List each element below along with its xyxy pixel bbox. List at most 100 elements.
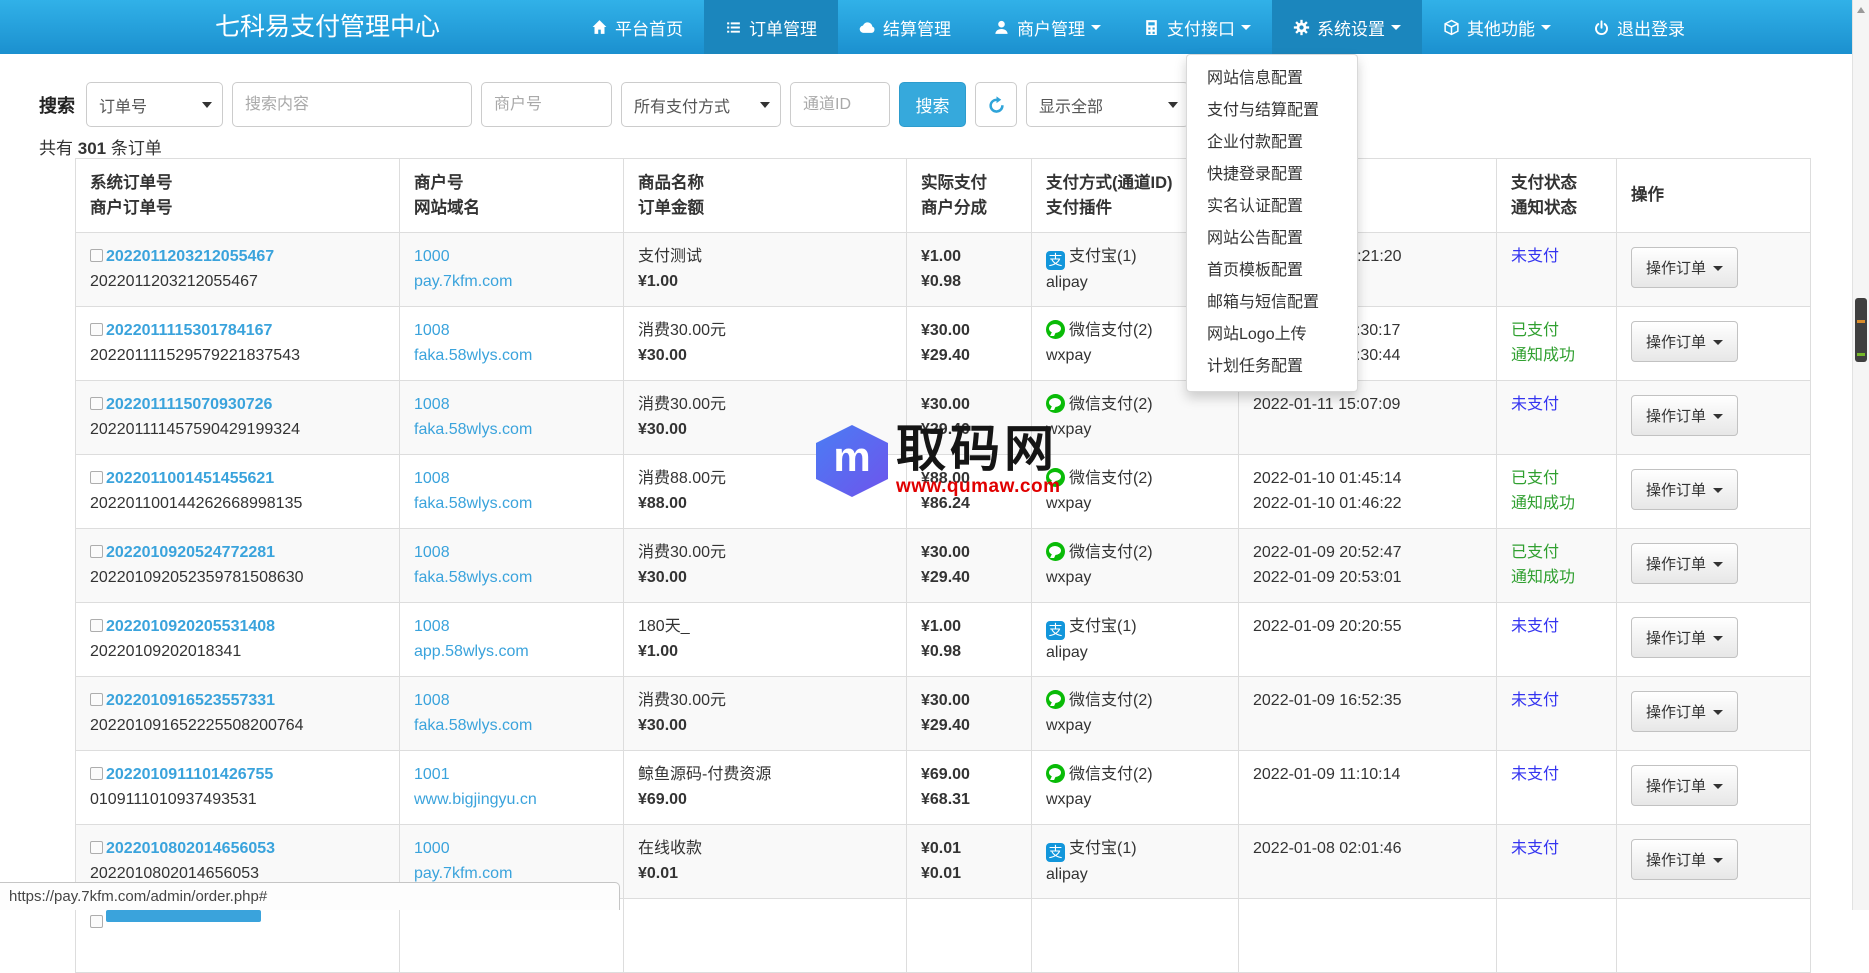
search-keyword-input[interactable] (232, 82, 472, 127)
payment-plugin: wxpay (1046, 713, 1224, 738)
order-actions-button[interactable]: 操作订单 (1631, 765, 1738, 806)
row-checkbox[interactable] (90, 693, 103, 706)
payment-icon (1046, 394, 1065, 413)
merchant-domain-link[interactable]: faka.58wlys.com (414, 347, 532, 364)
system-order-link[interactable]: 2022010802014656053 (106, 840, 275, 857)
paid-amount: ¥30.00 (921, 318, 1017, 343)
order-actions-label: 操作订单 (1646, 482, 1706, 499)
merchant-domain-link[interactable]: pay.7kfm.com (414, 865, 512, 882)
order-actions-button[interactable]: 操作订单 (1631, 691, 1738, 732)
merchant-domain-link[interactable]: app.58wlys.com (414, 643, 529, 660)
merchant-domain-link[interactable]: pay.7kfm.com (414, 273, 512, 290)
payment-plugin: wxpay (1046, 787, 1224, 812)
nav-label: 其他功能 (1467, 15, 1535, 40)
order-actions-button[interactable]: 操作订单 (1631, 469, 1738, 510)
system-order-link[interactable]: 2022011115070930726 (106, 396, 272, 413)
scrollbar-thumb[interactable] (1855, 298, 1867, 362)
cell-merchant: 1008 faka.58wlys.com (400, 307, 624, 381)
merchant-id-link[interactable]: 1008 (414, 692, 450, 709)
row-checkbox[interactable] (90, 249, 103, 262)
settings-menu-item-1[interactable]: 网站信息配置 (1187, 63, 1357, 95)
merchant-id-link[interactable]: 1008 (414, 322, 450, 339)
order-actions-button[interactable]: 操作订单 (1631, 247, 1738, 288)
nav-item-merchant-management[interactable]: 商户管理 (972, 0, 1122, 54)
merchant-domain-link[interactable]: faka.58wlys.com (414, 421, 532, 438)
search-button[interactable]: 搜索 (899, 82, 966, 127)
display-filter-select[interactable]: 显示全部 (1026, 82, 1189, 127)
paid-amount: ¥30.00 (921, 392, 1017, 417)
merchant-domain-link[interactable]: faka.58wlys.com (414, 569, 532, 586)
order-actions-label: 操作订单 (1646, 334, 1706, 351)
refresh-button[interactable] (975, 82, 1017, 127)
home-icon (591, 19, 608, 36)
table-row: 2022010911101426755 0109111010937493531 … (76, 751, 1811, 825)
merchant-id-link[interactable]: 1001 (414, 766, 450, 783)
product-name: 鲸鱼源码-付费资源 (638, 762, 892, 787)
system-order-link[interactable]: 2022010920205531408 (106, 618, 275, 635)
row-checkbox[interactable] (90, 545, 103, 558)
order-actions-button[interactable]: 操作订单 (1631, 617, 1738, 658)
column-header: 商户号网站域名 (400, 159, 624, 233)
nav-item-platform-home[interactable]: 平台首页 (570, 0, 704, 54)
system-order-link[interactable]: 2022010920524772281 (106, 544, 275, 561)
row-checkbox[interactable] (90, 841, 103, 854)
nav-item-order-management[interactable]: 订单管理 (704, 0, 838, 54)
scroll-up-arrow-icon[interactable] (1857, 7, 1865, 13)
merchant-id-link[interactable]: 1000 (414, 248, 450, 265)
settings-menu-item-4[interactable]: 快捷登录配置 (1187, 159, 1357, 191)
nav-item-system-settings[interactable]: 系统设置 (1272, 0, 1422, 54)
order-actions-button[interactable]: 操作订单 (1631, 543, 1738, 584)
pay-time: 2022-01-10 01:46:22 (1253, 491, 1482, 516)
settings-menu-item-2[interactable]: 支付与结算配置 (1187, 95, 1357, 127)
merchant-id-link[interactable]: 1008 (414, 544, 450, 561)
order-actions-button[interactable]: 操作订单 (1631, 321, 1738, 362)
merchant-id-input[interactable] (481, 82, 612, 127)
merchant-share-amount: ¥29.40 (921, 713, 1017, 738)
cell-order-numbers: 2022011001451455621 20220110014426266899… (76, 455, 400, 529)
merchant-domain-link[interactable]: www.bigjingyu.cn (414, 791, 537, 808)
row-checkbox[interactable] (90, 767, 103, 780)
merchant-domain-link[interactable]: faka.58wlys.com (414, 717, 532, 734)
pay-status: 未支付 (1511, 392, 1602, 417)
merchant-domain-link[interactable]: faka.58wlys.com (414, 495, 532, 512)
merchant-id-link[interactable]: 1008 (414, 470, 450, 487)
clipped-order-link[interactable] (106, 910, 261, 922)
system-order-link[interactable]: 2022010911101426755 (106, 766, 273, 783)
header-row: 系统订单号商户订单号商户号网站域名商品名称订单金额实际支付商户分成支付方式(通道… (76, 159, 1811, 233)
row-checkbox[interactable] (90, 397, 103, 410)
settings-menu-item-10[interactable]: 计划任务配置 (1187, 351, 1357, 383)
settings-menu-item-9[interactable]: 网站Logo上传 (1187, 319, 1357, 351)
merchant-id-link[interactable]: 1000 (414, 840, 450, 857)
order-actions-button[interactable]: 操作订单 (1631, 395, 1738, 436)
system-order-link[interactable]: 2022010916523557331 (106, 692, 275, 709)
nav-item-other-functions[interactable]: 其他功能 (1422, 0, 1572, 54)
row-checkbox[interactable] (90, 471, 103, 484)
order-type-select[interactable]: 订单号 (86, 82, 223, 127)
settings-menu-item-8[interactable]: 邮箱与短信配置 (1187, 287, 1357, 319)
merchant-id-link[interactable]: 1008 (414, 618, 450, 635)
system-order-link[interactable]: 2022011203212055467 (106, 248, 274, 265)
row-checkbox[interactable] (90, 619, 103, 632)
system-order-link[interactable]: 2022011115301784167 (106, 322, 272, 339)
settings-menu-item-5[interactable]: 实名认证配置 (1187, 191, 1357, 223)
table-row: 2022010920524772281 20220109205235978150… (76, 529, 1811, 603)
settings-menu-item-7[interactable]: 首页模板配置 (1187, 255, 1357, 287)
qumaw-logo-icon: m (816, 425, 888, 497)
settings-menu-item-6[interactable]: 网站公告配置 (1187, 223, 1357, 255)
payment-method-select[interactable]: 所有支付方式 (621, 82, 781, 127)
settings-menu-item-3[interactable]: 企业付款配置 (1187, 127, 1357, 159)
channel-id-input[interactable] (790, 82, 890, 127)
cell-order-numbers: 2022011115070930726 20220111145759042919… (76, 381, 400, 455)
merchant-id-link[interactable]: 1008 (414, 396, 450, 413)
vertical-scrollbar[interactable] (1852, 0, 1869, 910)
merchant-share-amount: ¥68.31 (921, 787, 1017, 812)
row-checkbox[interactable] (90, 915, 103, 928)
system-order-link[interactable]: 2022011001451455621 (106, 470, 274, 487)
row-checkbox[interactable] (90, 323, 103, 336)
order-actions-button[interactable]: 操作订单 (1631, 839, 1738, 880)
pay-status: 未支付 (1511, 688, 1602, 713)
nav-item-payment-interface[interactable]: 支付接口 (1122, 0, 1272, 54)
power-icon (1593, 19, 1610, 36)
nav-item-settlement-management[interactable]: 结算管理 (838, 0, 972, 54)
nav-item-logout[interactable]: 退出登录 (1572, 0, 1706, 54)
